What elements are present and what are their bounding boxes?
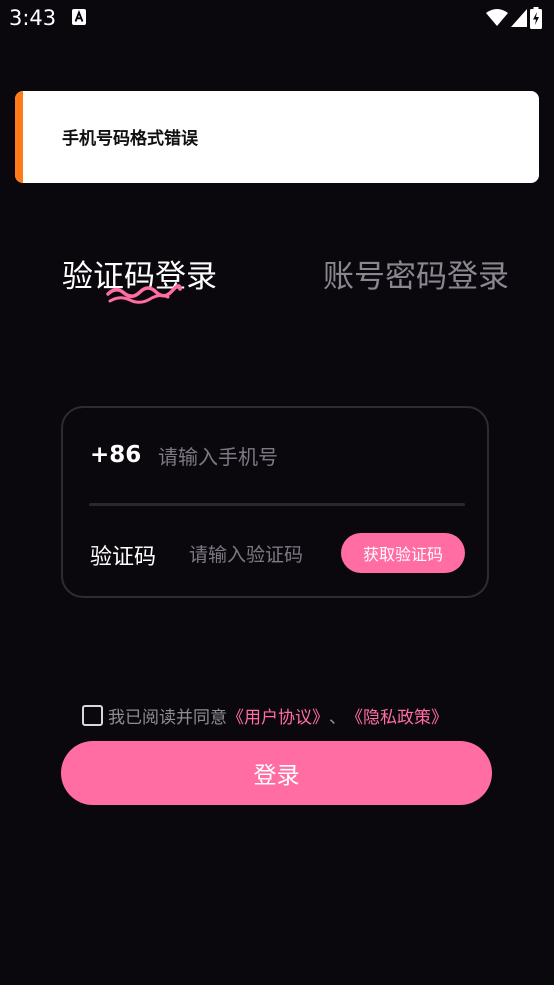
login-form-card: +86 验证码 获取验证码: [61, 406, 489, 598]
get-code-button[interactable]: 获取验证码: [341, 533, 465, 573]
agreement-checkbox[interactable]: [82, 704, 103, 726]
agreement-prefix: 我已阅读并同意: [108, 707, 227, 728]
toast-message: 手机号码格式错误: [62, 129, 198, 149]
status-bar: 3:43: [0, 0, 554, 38]
toast-accent-bar: [15, 91, 23, 183]
verification-code-input[interactable]: [187, 536, 341, 574]
tab-password-login[interactable]: 账号密码登录: [323, 256, 509, 298]
battery-charging-icon: [530, 7, 542, 29]
phone-number-input[interactable]: [156, 438, 460, 476]
wifi-icon: [486, 9, 508, 26]
accessibility-notification-icon: [72, 9, 86, 25]
status-time: 3:43: [9, 6, 57, 30]
error-toast: 手机号码格式错误: [15, 91, 539, 183]
country-code[interactable]: +86: [90, 442, 141, 468]
status-icons: [486, 7, 542, 29]
login-button[interactable]: 登录: [61, 741, 492, 805]
agreement-row: 我已阅读并同意 《用户协议》 、 《隐私政策》: [82, 702, 448, 728]
field-divider: [89, 503, 465, 506]
privacy-policy-link[interactable]: 《隐私政策》: [346, 703, 448, 728]
user-agreement-link[interactable]: 《用户协议》: [227, 703, 329, 728]
agreement-separator: 、: [329, 707, 346, 728]
active-tab-indicator: [106, 284, 182, 304]
verification-code-label: 验证码: [90, 545, 157, 570]
cell-signal-icon: [511, 9, 527, 27]
login-screen: 3:43 手机号码格式错误 验证码登录 账号密码登录 +86 请输入手机号 验证…: [0, 0, 554, 985]
